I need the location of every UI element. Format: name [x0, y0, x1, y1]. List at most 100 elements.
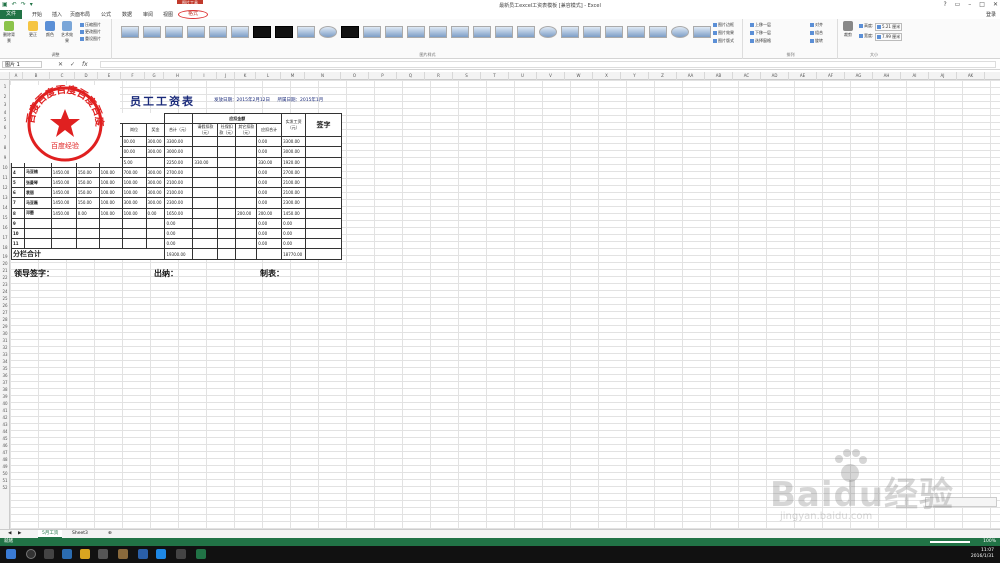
table-cell-social[interactable]: [217, 238, 237, 250]
row-header[interactable]: 31: [0, 337, 9, 344]
tab-home[interactable]: 开始: [32, 11, 42, 18]
ribbon-display-icon[interactable]: ▭: [955, 1, 961, 8]
row-header[interactable]: 41: [0, 407, 9, 414]
subtotal-label[interactable]: 分栏合计: [10, 248, 166, 261]
cancel-icon[interactable]: ✕: [58, 61, 63, 68]
table-cell-signature[interactable]: [305, 217, 342, 229]
row-header[interactable]: 42: [0, 414, 9, 421]
column-header[interactable]: D: [75, 72, 98, 80]
table-cell-social[interactable]: [217, 176, 237, 189]
undo-icon[interactable]: ↶: [12, 1, 17, 8]
column-header[interactable]: K: [235, 72, 256, 80]
table-cell-other[interactable]: [235, 156, 258, 168]
row-header[interactable]: 26: [0, 302, 9, 309]
column-header[interactable]: L: [256, 72, 281, 80]
column-header[interactable]: A: [10, 72, 23, 80]
table-cell-pos[interactable]: 00.00: [121, 136, 147, 148]
app-icon-4[interactable]: [176, 549, 186, 559]
table-cell-ded[interactable]: 0.00: [256, 146, 283, 158]
table-cell-actual[interactable]: 2700.00: [281, 166, 307, 178]
tab-view[interactable]: 视图: [163, 11, 173, 18]
table-cell-signature[interactable]: [305, 227, 342, 240]
table-cell-bonus[interactable]: 300.00: [145, 176, 166, 189]
table-cell-absent[interactable]: [192, 238, 219, 250]
subtotal-empty-cell[interactable]: [235, 248, 258, 261]
table-cell-actual[interactable]: 2100.00: [281, 176, 307, 189]
table-cell-absent[interactable]: [192, 197, 219, 209]
system-clock[interactable]: 11:07 2016/1/31: [971, 548, 994, 560]
name-box[interactable]: 图片 1: [2, 61, 42, 68]
tab-page-layout[interactable]: 页面布局: [70, 11, 90, 18]
subtotal-signature-cell[interactable]: [305, 248, 342, 261]
table-cell-b[interactable]: 100.00: [98, 166, 123, 178]
table-cell-no[interactable]: 5: [11, 176, 25, 189]
table-cell-total[interactable]: 1650.00: [164, 207, 194, 219]
table-cell-b[interactable]: 100.00: [98, 176, 123, 189]
table-cell-total[interactable]: 2100.00: [164, 176, 194, 189]
picture-style-20[interactable]: [539, 26, 557, 38]
column-header[interactable]: H: [164, 72, 192, 80]
customize-icon[interactable]: ▾: [30, 1, 33, 8]
picture-effects-button[interactable]: 图片效果: [713, 30, 734, 36]
picture-style-19[interactable]: [517, 26, 535, 38]
picture-style-4[interactable]: [187, 26, 205, 38]
tab-review[interactable]: 审阅: [143, 11, 153, 18]
excel-taskbar-icon[interactable]: [196, 549, 206, 559]
table-cell-bonus[interactable]: [145, 227, 166, 240]
height-input[interactable]: 5.21 厘米: [875, 23, 903, 31]
row-header[interactable]: 11: [0, 173, 9, 183]
login-link[interactable]: 登录: [986, 11, 996, 18]
picture-style-24[interactable]: [627, 26, 645, 38]
start-icon[interactable]: [6, 549, 16, 559]
corrections-button[interactable]: 更正: [26, 21, 40, 38]
table-cell-total[interactable]: 0.00: [164, 217, 194, 229]
table-cell-total[interactable]: 3000.00: [164, 146, 194, 158]
table-cell-signature[interactable]: [305, 166, 342, 178]
table-cell-total[interactable]: 0.00: [164, 227, 194, 240]
table-cell-absent[interactable]: 330.00: [192, 156, 219, 168]
compress-pictures-button[interactable]: 压缩图片: [80, 22, 101, 28]
picture-style-12[interactable]: [363, 26, 381, 38]
column-header[interactable]: F: [121, 72, 145, 80]
picture-style-9[interactable]: [297, 26, 315, 38]
table-cell-social[interactable]: [217, 166, 237, 178]
picture-style-6[interactable]: [231, 26, 249, 38]
table-cell-base[interactable]: 1450.00: [50, 187, 77, 199]
table-cell-b[interactable]: [98, 217, 123, 229]
table-cell-base[interactable]: 1450.00: [50, 166, 77, 178]
column-header[interactable]: AK: [957, 72, 985, 80]
column-header[interactable]: C: [50, 72, 75, 80]
table-cell-ded[interactable]: 0.00: [256, 166, 283, 178]
save-icon[interactable]: ▣: [2, 1, 8, 8]
table-cell-total[interactable]: 2250.00: [164, 156, 194, 168]
table-cell-social[interactable]: [217, 197, 237, 209]
column-header[interactable]: AG: [845, 72, 873, 80]
app-icon-2[interactable]: [138, 549, 148, 559]
table-cell-actual[interactable]: 1450.00: [281, 207, 307, 219]
row-header[interactable]: 44: [0, 428, 9, 435]
subtotal-empty-cell[interactable]: [256, 248, 283, 261]
tab-formulas[interactable]: 公式: [101, 11, 111, 18]
table-cell-pos[interactable]: 100.00: [121, 187, 147, 199]
picture-style-25[interactable]: [649, 26, 667, 38]
column-header[interactable]: X: [593, 72, 621, 80]
column-header[interactable]: AI: [901, 72, 929, 80]
subtotal-total[interactable]: 19300.00: [164, 248, 194, 261]
remove-background-button[interactable]: 删除背景: [2, 21, 16, 44]
table-cell-bonus[interactable]: [145, 238, 166, 250]
store-icon[interactable]: [98, 549, 108, 559]
align-button[interactable]: 对齐: [810, 22, 823, 28]
row-header[interactable]: 47: [0, 449, 9, 456]
bring-forward-button[interactable]: 上移一层: [750, 22, 771, 28]
table-cell-bonus[interactable]: [145, 156, 166, 168]
picture-style-15[interactable]: [429, 26, 447, 38]
table-cell-other[interactable]: [235, 176, 258, 189]
table-cell-signature[interactable]: [305, 207, 342, 219]
select-all-corner[interactable]: [0, 72, 10, 80]
table-cell-social[interactable]: [217, 156, 237, 168]
color-button[interactable]: 颜色: [43, 21, 57, 38]
column-header[interactable]: Z: [649, 72, 677, 80]
table-cell-b[interactable]: 100.00: [98, 207, 123, 219]
row-header[interactable]: 25: [0, 295, 9, 302]
table-cell-actual[interactable]: 0.00: [281, 217, 307, 229]
